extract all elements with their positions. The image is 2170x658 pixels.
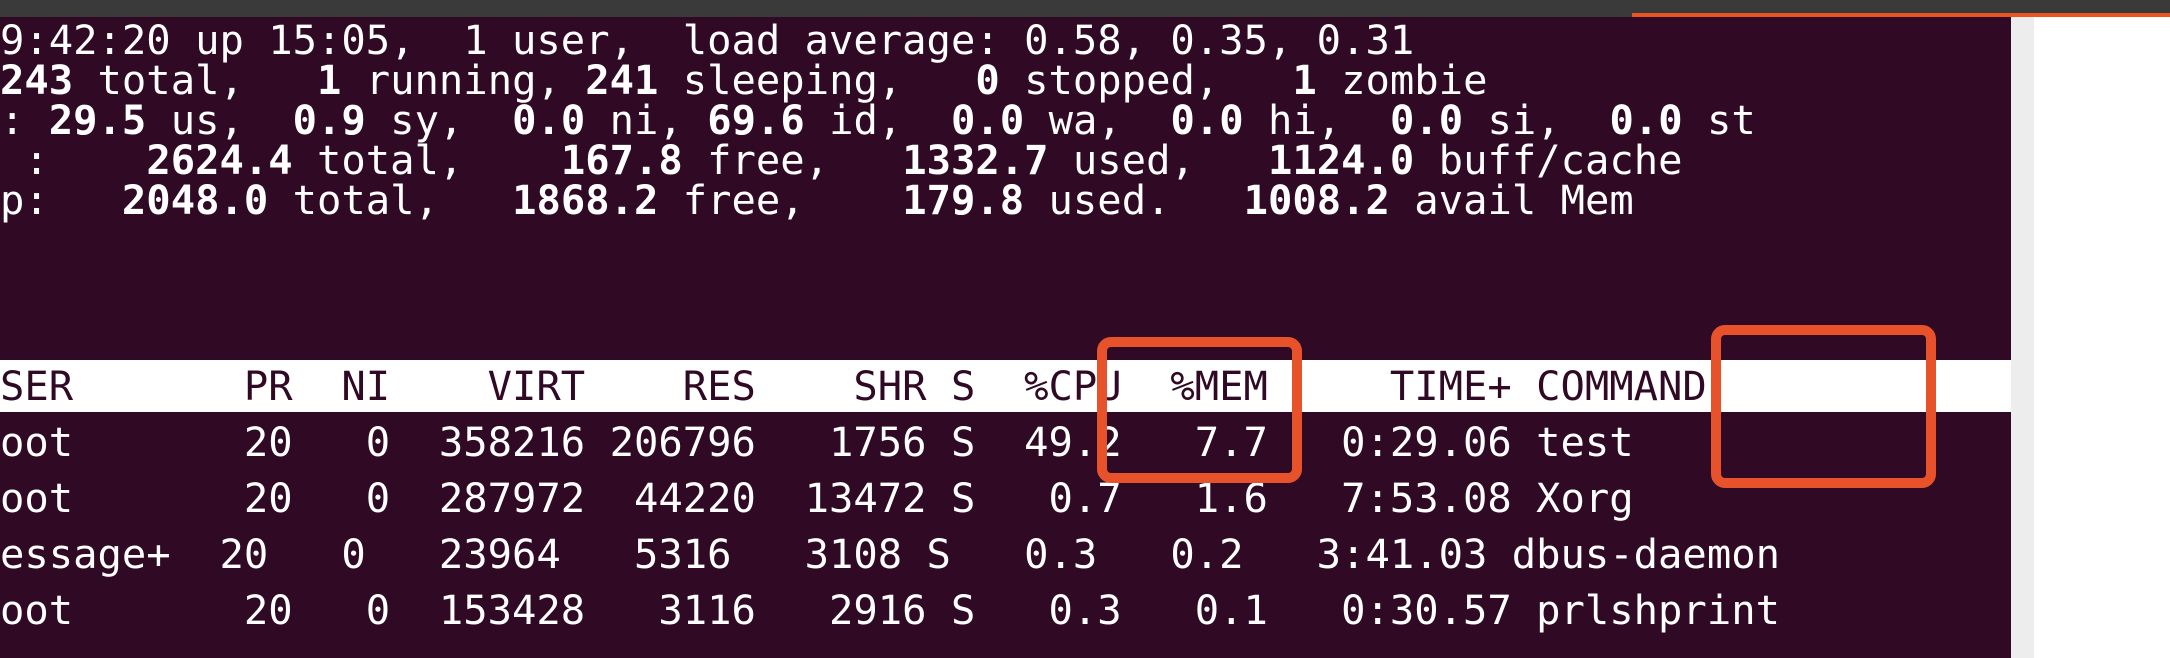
scrollbar[interactable]	[2034, 17, 2170, 658]
swap-line: p: 2048.0 total, 1868.2 free, 179.8 used…	[0, 172, 1634, 228]
terminal-output[interactable]: 9:42:20 up 15:05, 1 user, load average: …	[0, 0, 2011, 658]
swap-text-4: avail Mem	[1389, 176, 1634, 224]
table-row[interactable]: oot 20 0 153428 3116 2916 S 0.3 0.1 0:30…	[0, 582, 1780, 638]
process-table-header[interactable]: SER PR NI VIRT RES SHR S %CPU %MEM TIME+…	[0, 358, 1707, 414]
swap-avail: 1008.2	[1243, 176, 1390, 224]
swap-text-1: total,	[268, 176, 513, 224]
table-row[interactable]: essage+ 20 0 23964 5316 3108 S 0.3 0.2 3…	[0, 526, 1780, 582]
swap-total: 2048.0	[121, 176, 269, 224]
swap-text-3: used.	[1024, 176, 1244, 224]
swap-prefix: p:	[0, 176, 122, 224]
cpu-text-8: st	[1682, 96, 1756, 144]
cpu-column-highlight	[1097, 337, 1302, 483]
scrollbar-gutter	[2011, 17, 2034, 658]
table-row[interactable]: oot 20 0 358216 206796 1756 S 49.2 7.7 0…	[0, 414, 1634, 470]
table-row[interactable]: oot 20 0 287972 44220 13472 S 0.7 1.6 7:…	[0, 470, 1634, 526]
swap-text-2: free,	[658, 176, 903, 224]
screenshot: 9:42:20 up 15:05, 1 user, load average: …	[0, 0, 2170, 658]
command-column-highlight	[1711, 325, 1936, 488]
swap-used: 179.8	[902, 176, 1025, 224]
swap-free: 1868.2	[512, 176, 659, 224]
